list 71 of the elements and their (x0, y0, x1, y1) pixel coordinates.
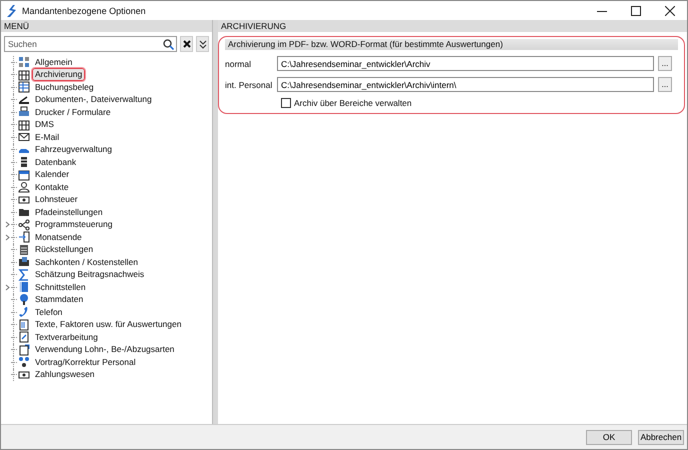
tree-item[interactable]: Kontakte (32, 180, 72, 194)
book-icon (18, 281, 30, 294)
printer-icon (18, 106, 30, 118)
window-title: Mandantenbezogene Optionen (22, 6, 147, 16)
dialog-button[interactable]: OK (586, 430, 632, 444)
tree-item[interactable]: Verwendung Lohn-, Be-/Abzugsarten (32, 343, 178, 356)
app-logo-icon (6, 4, 16, 16)
tree-item[interactable]: Zahlungswesen (32, 368, 98, 382)
people-icon (18, 356, 30, 368)
table-icon (18, 81, 30, 94)
expand-all-button[interactable] (196, 36, 209, 52)
tree-item[interactable]: Allgemein (32, 56, 76, 69)
search-icon (163, 39, 174, 50)
panel-header: ARCHIVIERUNG (218, 20, 687, 32)
tree-item[interactable]: Rückstellungen (32, 243, 96, 256)
clear-button[interactable] (180, 36, 193, 52)
tree-item[interactable]: E-Mail (32, 130, 62, 144)
database-icon (18, 156, 30, 168)
tree-item[interactable]: Programmsteuerung (32, 218, 116, 232)
document-icon (18, 344, 30, 356)
scanner-icon (18, 94, 30, 106)
tree-item[interactable]: DMS (32, 118, 57, 132)
path-field[interactable]: C:\Jahresendseminar_entwickler\Archiv (277, 56, 654, 71)
tree-item[interactable]: Schnittstellen (32, 280, 89, 294)
tree-item[interactable]: Lohnsteuer (32, 193, 81, 206)
maximize-icon (631, 6, 641, 16)
tree-item[interactable]: Telefon (32, 306, 66, 319)
path-field[interactable]: C:\Jahresendseminar_entwickler\Archiv\intern\ (277, 77, 654, 92)
tree-item[interactable]: Sachkonten / Kostenstellen (32, 256, 142, 269)
browse-button[interactable]: ... (658, 56, 672, 71)
close-icon (182, 40, 190, 48)
field-label: normal (225, 58, 252, 68)
group-title: Archivierung im PDF- bzw. WORD-Format (für bestimmte Auswertungen) (225, 39, 678, 50)
tree-item[interactable]: Archivierung (32, 68, 86, 82)
network-icon (18, 218, 30, 231)
checkbox[interactable] (281, 98, 291, 108)
folder-icon (18, 256, 30, 268)
tree-item[interactable]: Monatsende (32, 230, 85, 244)
tree-item[interactable]: Vortrag/Korrektur Personal (32, 356, 139, 369)
double-chevron-icon (198, 40, 206, 48)
sigma-icon (18, 268, 30, 281)
tree-item[interactable]: Drucker / Formulare (32, 106, 114, 119)
calculator-icon (18, 244, 30, 256)
tree-item[interactable]: Texte, Faktoren usw. für Auswertungen (32, 318, 184, 332)
dialog-button[interactable]: Abbrechen (638, 430, 684, 444)
grid-icon (18, 56, 30, 68)
tree-item[interactable]: Buchungsbeleg (32, 80, 97, 94)
tree-item[interactable]: Dokumenten-, Dateiverwaltung (32, 93, 155, 106)
envelope-icon (18, 131, 30, 144)
checkbox-label: Archiv über Bereiche verwalten (294, 98, 412, 108)
browse-button[interactable]: ... (658, 77, 672, 92)
tree-item[interactable]: Datenbank (32, 156, 80, 169)
folder-icon (18, 206, 30, 218)
tree-item[interactable]: Stammdaten (32, 293, 86, 306)
close-icon (665, 6, 675, 16)
contact-icon (18, 181, 30, 194)
exit-icon (18, 231, 30, 244)
banknote-icon (18, 194, 30, 206)
tree-item[interactable]: Pfadeinstellungen (32, 206, 106, 219)
tree-item[interactable]: Kalender (32, 168, 72, 182)
document-icon (18, 331, 30, 344)
tree-item[interactable]: Textverarbeitung (32, 330, 101, 344)
search-field[interactable]: Suchen (4, 36, 177, 52)
field-label: int. Personal (225, 80, 273, 90)
tree-item[interactable]: Schätzung Beitragsnachweis (32, 268, 148, 282)
phone-icon (18, 306, 30, 318)
calendar-icon (18, 168, 30, 181)
banknote-icon (18, 368, 30, 381)
document-icon (18, 318, 30, 331)
tree-item[interactable]: Fahrzeugverwaltung (32, 143, 116, 156)
panel-header: MENÜ (1, 20, 212, 32)
